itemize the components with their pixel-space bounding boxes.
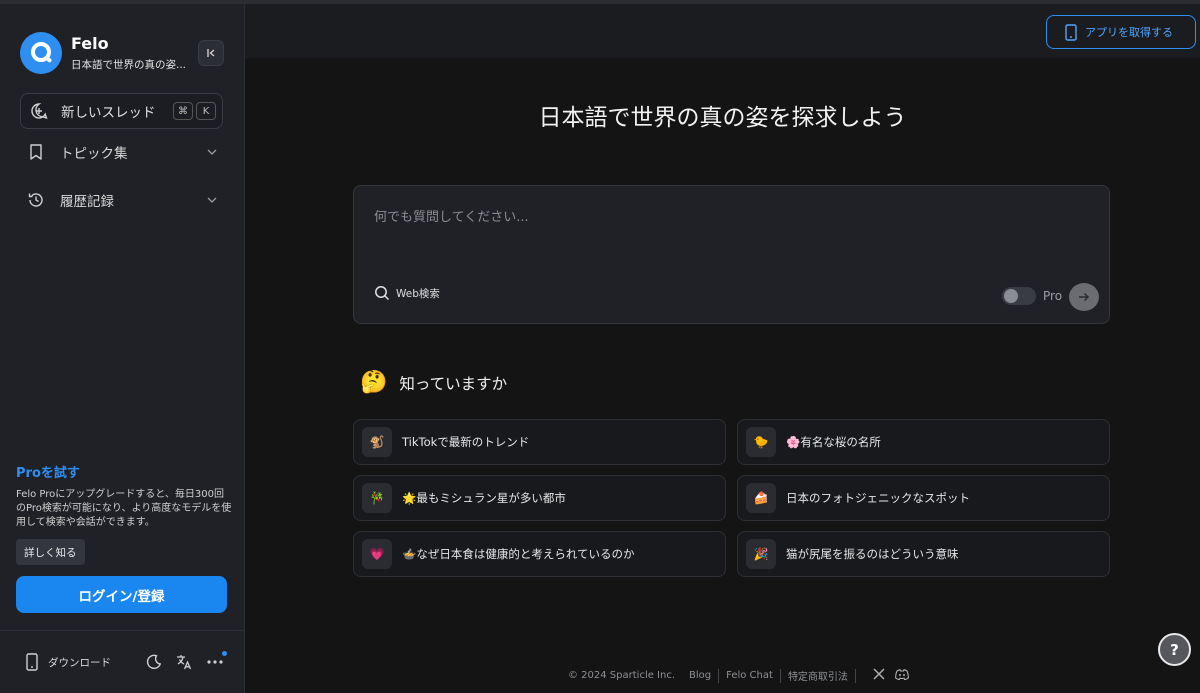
- pro-title: Proを試す: [16, 466, 80, 481]
- web-search-label: Web検索: [396, 287, 440, 300]
- suggestion-card[interactable]: 💗 🍲なぜ日本食は健康的と考えられているのか: [353, 531, 726, 577]
- more-options-button[interactable]: [205, 651, 227, 672]
- footer-link-felo-chat[interactable]: Felo Chat: [726, 670, 773, 681]
- collapse-left-icon: [207, 49, 215, 57]
- card-label: 🍲なぜ日本食は健康的と考えられているのか: [402, 547, 635, 561]
- footer-divider: [718, 668, 720, 683]
- page-title: 日本語で世界の真の姿を探求しよう: [538, 105, 907, 131]
- help-button[interactable]: ?: [1158, 633, 1191, 666]
- card-label: TikTokで最新のトレンド: [402, 435, 530, 449]
- new-thread-icon: [29, 101, 49, 121]
- suggestion-card[interactable]: 🎉 猫が尻尾を振るのはどういう意味: [737, 531, 1110, 577]
- notification-dot: [222, 651, 227, 656]
- search-input[interactable]: [374, 210, 1074, 225]
- discord-icon[interactable]: [895, 668, 909, 683]
- learn-more-button[interactable]: 詳しく知る: [16, 539, 85, 565]
- brand-subtitle: 日本語で世界の真の姿...: [71, 59, 187, 71]
- web-search-button[interactable]: Web検索: [374, 285, 440, 301]
- history-icon: [26, 190, 46, 210]
- chevron-down-icon: [207, 147, 217, 158]
- card-label: 🌸有名な桜の名所: [786, 435, 881, 449]
- new-thread-button[interactable]: 新しいスレッド ⌘ K: [20, 93, 223, 129]
- footer-divider: [854, 668, 856, 683]
- new-thread-label: 新しいスレッド: [61, 105, 156, 121]
- card-label: 🌟最もミシュラン星が多い都市: [402, 491, 566, 505]
- sidebar-item-topics[interactable]: トピック集: [26, 140, 221, 164]
- sidebar: Felo 日本語で世界の真の姿... 新しいスレッド ⌘ K トピック集 履歴記…: [0, 4, 245, 693]
- arrow-right-icon: [1079, 292, 1090, 302]
- footer-link-legal[interactable]: 特定商取引法: [788, 668, 848, 683]
- x-twitter-icon[interactable]: [873, 668, 885, 683]
- get-app-label: アプリを取得する: [1085, 26, 1173, 39]
- copyright-text: © 2024 Sparticle Inc.: [568, 670, 676, 681]
- brand-name: Felo: [71, 34, 109, 53]
- phone-icon: [22, 652, 42, 672]
- card-emoji-icon: 🍰: [746, 483, 776, 513]
- card-emoji-icon: 🎋: [362, 483, 392, 513]
- sidebar-item-history[interactable]: 履歴記録: [26, 188, 221, 212]
- phone-icon: [1065, 23, 1077, 41]
- brand[interactable]: Felo 日本語で世界の真の姿...: [20, 32, 186, 74]
- footer-divider: [779, 668, 781, 683]
- suggestion-card[interactable]: 🎋 🌟最もミシュラン星が多い都市: [353, 475, 726, 521]
- collapse-sidebar-button[interactable]: [198, 40, 224, 66]
- send-button[interactable]: [1069, 283, 1099, 311]
- k-key: K: [196, 102, 216, 120]
- card-emoji-icon: 🎉: [746, 539, 776, 569]
- get-app-button[interactable]: アプリを取得する: [1046, 15, 1196, 49]
- dark-mode-toggle[interactable]: [144, 652, 164, 672]
- sidebar-item-label: トピック集: [60, 146, 128, 162]
- more-icon: [207, 660, 223, 664]
- suggestion-card[interactable]: 🐒 TikTokで最新のトレンド: [353, 419, 726, 465]
- bookmark-icon: [26, 142, 46, 162]
- download-button[interactable]: ダウンロード: [22, 652, 111, 672]
- card-emoji-icon: 🐤: [746, 427, 776, 457]
- login-register-button[interactable]: ログイン/登録: [16, 576, 227, 613]
- footer-link-blog[interactable]: Blog: [689, 670, 711, 681]
- moon-icon: [146, 654, 162, 670]
- question-mark-icon: ?: [1170, 640, 1179, 659]
- sidebar-item-label: 履歴記録: [60, 194, 114, 210]
- card-emoji-icon: 🐒: [362, 427, 392, 457]
- card-label: 日本のフォトジェニックなスポット: [786, 491, 970, 505]
- suggestion-card[interactable]: 🍰 日本のフォトジェニックなスポット: [737, 475, 1110, 521]
- did-you-know-heading: 🤔 知っていますか: [360, 370, 507, 395]
- felo-logo-icon: [20, 32, 62, 74]
- search-icon: [375, 286, 390, 301]
- pro-label: Pro: [1043, 289, 1063, 303]
- translate-icon: [177, 655, 192, 670]
- pro-toggle[interactable]: [1002, 287, 1036, 305]
- chevron-down-icon: [207, 195, 217, 206]
- card-label: 猫が尻尾を振るのはどういう意味: [786, 547, 959, 561]
- page-footer: © 2024 Sparticle Inc. Blog Felo Chat 特定商…: [568, 668, 909, 683]
- language-button[interactable]: [174, 652, 194, 672]
- suggestion-card[interactable]: 🐤 🌸有名な桜の名所: [737, 419, 1110, 465]
- new-thread-shortcut: ⌘ K: [173, 102, 216, 120]
- pro-description: Felo Proにアップグレードすると、毎日300回のPro検索が可能になり、よ…: [16, 489, 232, 528]
- download-label: ダウンロード: [48, 656, 111, 669]
- card-emoji-icon: 💗: [362, 539, 392, 569]
- sidebar-footer-divider: [0, 630, 245, 631]
- did-you-know-title: 知っていますか: [399, 374, 508, 393]
- command-key: ⌘: [173, 102, 193, 120]
- thinking-face-icon: 🤔: [360, 370, 388, 395]
- search-box: Web検索 Pro: [353, 185, 1110, 324]
